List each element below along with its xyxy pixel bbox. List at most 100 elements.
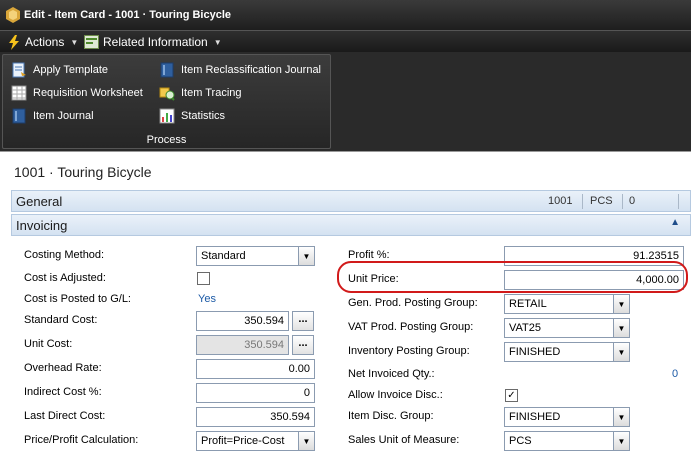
ribbon-group-process: Apply Template Requisition Worksheet Ite… (2, 54, 331, 149)
journal-icon (12, 108, 26, 124)
unit-cost-input: 350.594 (196, 335, 289, 355)
checkmark-icon: ✓ (507, 390, 516, 401)
chevron-down-icon[interactable]: ▼ (613, 432, 629, 450)
allow-invoice-disc-label: Allow Invoice Disc.: (348, 389, 443, 401)
ribbon: Apply Template Requisition Worksheet Ite… (0, 52, 691, 151)
sales-unit-of-measure-select[interactable]: PCS ▼ (504, 431, 630, 451)
statistics-button[interactable]: Statistics (159, 107, 225, 125)
general-summary-no: 1001 (548, 195, 573, 207)
profit-pct-value: 91.23515 (633, 250, 679, 262)
worksheet-icon (11, 85, 27, 101)
title-bar: Edit - Item Card - 1001 · Touring Bicycl… (0, 0, 691, 30)
item-tracing-label: Item Tracing (181, 87, 242, 99)
gen-prod-posting-group-value: RETAIL (509, 298, 547, 310)
page-title: 1001 · Touring Bicycle (14, 164, 152, 180)
profit-pct-label: Profit %: (348, 249, 390, 261)
item-tracing-button[interactable]: Item Tracing (159, 84, 242, 102)
actions-menu[interactable]: Actions ▼ (8, 34, 78, 50)
app-logo-icon (6, 7, 20, 23)
cost-is-posted-value: Yes (198, 293, 216, 305)
related-info-icon (84, 35, 99, 49)
costing-method-select[interactable]: Standard ▼ (196, 246, 315, 266)
cost-is-adjusted-checkbox[interactable] (197, 272, 210, 285)
unit-price-input[interactable]: 4,000.00 (504, 270, 684, 290)
summary-separator (678, 194, 679, 209)
last-direct-cost-input[interactable]: 350.594 (196, 407, 315, 427)
gen-prod-posting-group-label: Gen. Prod. Posting Group: (348, 297, 478, 309)
chevron-down-icon[interactable]: ▼ (613, 319, 629, 337)
standard-cost-value: 350.594 (244, 315, 284, 327)
summary-separator (582, 194, 583, 209)
item-reclassification-journal-button[interactable]: Item Reclassification Journal (159, 61, 321, 79)
general-summary-uom: PCS (590, 195, 613, 207)
unit-cost-value: 350.594 (244, 339, 284, 351)
related-information-menu[interactable]: Related Information ▼ (84, 34, 222, 50)
statistics-label: Statistics (181, 110, 226, 122)
item-journal-button[interactable]: Item Journal (11, 107, 94, 125)
overhead-rate-input[interactable]: 0.00 (196, 359, 315, 379)
related-information-label: Related Information (103, 35, 208, 49)
apply-template-label: Apply Template (33, 64, 109, 76)
chevron-down-icon[interactable]: ▼ (298, 432, 314, 450)
summary-separator (622, 194, 623, 209)
unit-price-label: Unit Price: (348, 273, 399, 285)
vat-prod-posting-group-label: VAT Prod. Posting Group: (348, 321, 474, 333)
general-summary-inventory: 0 (629, 195, 636, 207)
fasttab-general[interactable]: General 1001 PCS 0 (11, 190, 691, 212)
chevron-down-icon: ▼ (213, 37, 222, 47)
fasttab-invoicing-label: Invoicing (16, 217, 68, 233)
chevron-down-icon: ▼ (70, 37, 79, 47)
statistics-icon (159, 108, 175, 124)
standard-cost-input[interactable]: 350.594 (196, 311, 289, 331)
item-journal-label: Item Journal (33, 110, 94, 122)
price-profit-calc-value: Profit=Price-Cost (201, 435, 285, 447)
standard-cost-label: Standard Cost: (24, 314, 98, 326)
menu-bar: Actions ▼ Related Information ▼ (0, 30, 691, 52)
costing-method-value: Standard (201, 250, 246, 262)
item-reclassification-journal-label: Item Reclassification Journal (181, 64, 322, 76)
chevron-down-icon[interactable]: ▼ (298, 247, 314, 265)
overhead-rate-value: 0.00 (288, 363, 310, 375)
requisition-worksheet-label: Requisition Worksheet (33, 87, 143, 99)
item-disc-group-value: FINISHED (509, 411, 561, 423)
item-card-content: 1001 · Touring Bicycle General 1001 PCS … (0, 151, 691, 464)
chevron-down-icon[interactable]: ▼ (613, 295, 629, 313)
cost-is-adjusted-label: Cost is Adjusted: (24, 272, 106, 284)
indirect-cost-value: 0 (303, 387, 310, 399)
template-icon (12, 62, 26, 78)
price-profit-calc-label: Price/Profit Calculation: (24, 434, 139, 446)
indirect-cost-input[interactable]: 0 (196, 383, 315, 403)
chevron-down-icon[interactable]: ▼ (613, 408, 629, 426)
unit-cost-label: Unit Cost: (24, 338, 73, 350)
fasttab-general-label: General (16, 193, 63, 209)
apply-template-button[interactable]: Apply Template (11, 61, 108, 79)
inventory-posting-group-select[interactable]: FINISHED ▼ (504, 342, 630, 362)
standard-cost-assist-button[interactable]: ... (292, 311, 314, 331)
net-invoiced-qty-value[interactable]: 0 (672, 368, 678, 380)
inventory-posting-group-label: Inventory Posting Group: (348, 345, 470, 357)
item-disc-group-label: Item Disc. Group: (348, 410, 434, 422)
chevron-down-icon[interactable]: ▼ (613, 343, 629, 361)
vat-prod-posting-group-select[interactable]: VAT25 ▼ (504, 318, 630, 338)
last-direct-cost-label: Last Direct Cost: (24, 410, 106, 422)
net-invoiced-qty-label: Net Invoiced Qty.: (348, 368, 435, 380)
allow-invoice-disc-checkbox[interactable]: ✓ (505, 389, 518, 402)
requisition-worksheet-button[interactable]: Requisition Worksheet (11, 84, 143, 102)
ribbon-group-caption: Process (146, 134, 187, 146)
chevron-up-icon[interactable]: ▲ (670, 217, 680, 228)
unit-cost-assist-button[interactable]: ... (292, 335, 314, 355)
overhead-rate-label: Overhead Rate: (24, 362, 102, 374)
actions-menu-label: Actions (25, 35, 65, 49)
gen-prod-posting-group-select[interactable]: RETAIL ▼ (504, 294, 630, 314)
price-profit-calc-select[interactable]: Profit=Price-Cost ▼ (196, 431, 315, 451)
sales-unit-of-measure-value: PCS (509, 435, 532, 447)
lightning-icon (9, 34, 19, 50)
profit-pct-input[interactable]: 91.23515 (504, 246, 684, 266)
sales-unit-of-measure-label: Sales Unit of Measure: (348, 434, 460, 446)
window-title: Edit - Item Card - 1001 · Touring Bicycl… (24, 9, 232, 21)
inventory-posting-group-value: FINISHED (509, 346, 561, 358)
fasttab-invoicing[interactable]: Invoicing ▲ (11, 214, 691, 236)
item-disc-group-select[interactable]: FINISHED ▼ (504, 407, 630, 427)
vat-prod-posting-group-value: VAT25 (509, 322, 541, 334)
indirect-cost-label: Indirect Cost %: (24, 386, 102, 398)
